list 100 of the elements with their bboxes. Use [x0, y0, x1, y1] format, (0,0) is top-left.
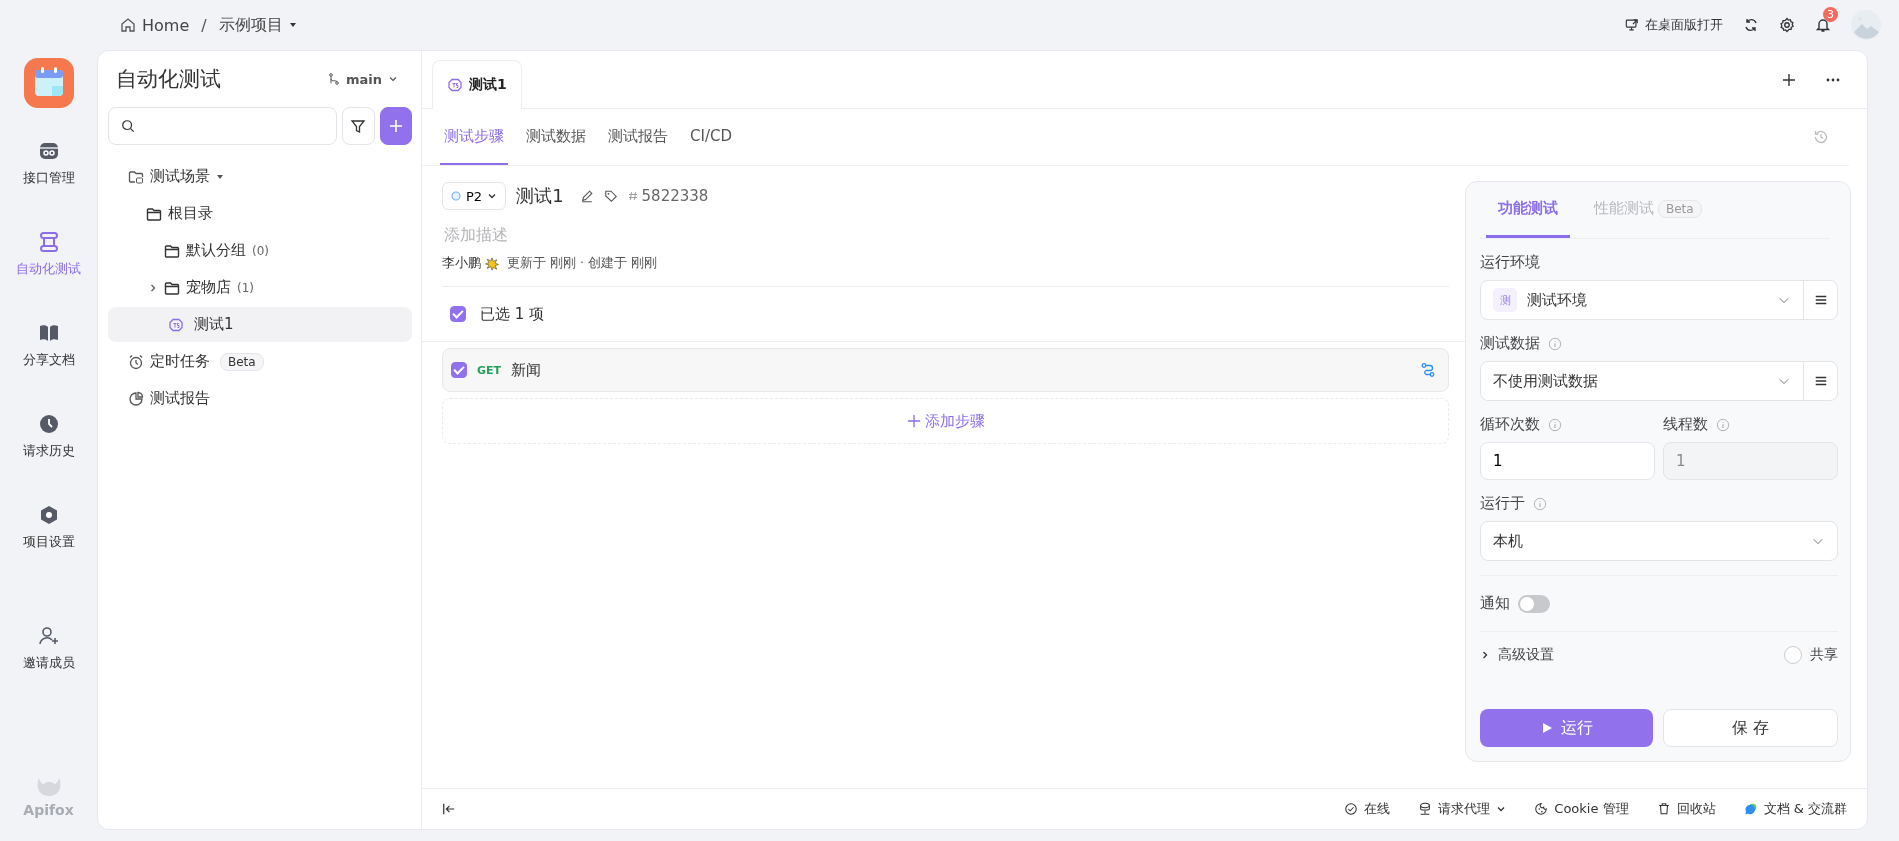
- brand-name: Apifox: [23, 802, 74, 818]
- test-file-icon: [447, 77, 463, 93]
- refresh-icon[interactable]: [1743, 17, 1759, 33]
- caret-icon: [288, 21, 297, 29]
- notification-badge: 3: [1823, 7, 1838, 22]
- notify-toggle[interactable]: [1518, 594, 1550, 613]
- rail-item[interactable]: 自动化测试: [16, 221, 81, 288]
- branch-selector[interactable]: main: [321, 70, 404, 88]
- chevron-icon: [1496, 804, 1507, 814]
- tree-item[interactable]: 测试报告: [108, 381, 412, 416]
- add-user-icon: [37, 625, 60, 647]
- rail-item[interactable]: 请求历史: [22, 403, 75, 470]
- collapse-icon[interactable]: [442, 802, 456, 816]
- chevron-icon[interactable]: [148, 282, 158, 293]
- folder-icon: [146, 205, 162, 222]
- tree-item[interactable]: 测试场景: [108, 159, 412, 194]
- tree-item[interactable]: 根目录: [108, 196, 412, 231]
- search-field[interactable]: [108, 107, 337, 145]
- share-checkbox[interactable]: [1784, 646, 1802, 664]
- filter-icon: [350, 118, 367, 134]
- play-icon: [1540, 722, 1553, 734]
- brand-logo-icon: [35, 776, 62, 798]
- edit-icon[interactable]: [579, 189, 594, 203]
- run-button[interactable]: 运行: [1480, 709, 1653, 747]
- route-icon[interactable]: [1420, 362, 1436, 378]
- step-checkbox[interactable]: [451, 362, 467, 378]
- trash-icon: [1656, 802, 1671, 816]
- tag-icon[interactable]: [603, 189, 618, 203]
- chevron-icon[interactable]: [1480, 650, 1490, 660]
- home-icon: [120, 17, 136, 33]
- field-label: 运行环境: [1480, 253, 1541, 272]
- pie-chart-icon: [128, 390, 144, 407]
- home-link[interactable]: Home: [142, 15, 190, 35]
- step-row[interactable]: GET 新闻: [442, 348, 1449, 392]
- status-item[interactable]: 回收站: [1656, 800, 1716, 818]
- status-item[interactable]: Cookie 管理: [1534, 800, 1629, 818]
- update-info: 更新于 刚刚 · 创建于 刚刚: [507, 255, 657, 272]
- add-step-button[interactable]: 添加步骤: [442, 398, 1449, 444]
- loop-count-field[interactable]: 1: [1480, 442, 1655, 480]
- advanced-settings[interactable]: 高级设置: [1498, 646, 1554, 664]
- monitor-icon: [1625, 18, 1639, 32]
- save-button[interactable]: 保 存: [1663, 709, 1838, 747]
- alarm-clock-icon: [128, 353, 144, 370]
- field-label: 通知: [1480, 594, 1510, 613]
- cookie-icon: [1534, 802, 1549, 816]
- run-mode-tab[interactable]: 功能测试: [1486, 182, 1570, 238]
- new-tab-icon[interactable]: [1781, 71, 1797, 88]
- field-label: 循环次数: [1480, 415, 1540, 434]
- breadcrumb-separator: /: [201, 15, 207, 35]
- rail-item[interactable]: 接口管理: [22, 130, 75, 197]
- sub-tab[interactable]: CI/CD: [686, 109, 736, 165]
- sub-tab[interactable]: 测试数据: [522, 109, 590, 165]
- share-label: 共享: [1810, 646, 1838, 664]
- folder-icon: [164, 242, 180, 259]
- plus-icon: [906, 414, 921, 428]
- select-all-checkbox[interactable]: [450, 306, 466, 322]
- editor-tab[interactable]: 测试1: [432, 60, 522, 109]
- info-icon: [1548, 417, 1562, 432]
- rail-item[interactable]: 项目设置: [22, 494, 75, 561]
- rail-item[interactable]: 分享文档: [22, 312, 75, 379]
- scenario-id: 5822338: [641, 187, 709, 205]
- info-icon: [1716, 417, 1730, 432]
- sub-tab[interactable]: 测试报告: [604, 109, 672, 165]
- filter-button[interactable]: [342, 107, 375, 145]
- bell-icon[interactable]: [1815, 17, 1831, 33]
- run-on-select[interactable]: 本机: [1480, 521, 1838, 561]
- hash-icon: [627, 191, 638, 201]
- invite-members-button[interactable]: 邀请成员: [22, 615, 75, 682]
- tree-item[interactable]: 默认分组 (0): [108, 233, 412, 268]
- settings-icon[interactable]: [1779, 17, 1795, 33]
- add-button[interactable]: [379, 107, 412, 145]
- stack-icon: [37, 231, 60, 253]
- project-switcher[interactable]: 示例项目: [218, 14, 283, 36]
- plus-icon: [387, 118, 404, 134]
- priority-selector[interactable]: P2: [442, 182, 507, 210]
- section-title: 自动化测试: [116, 66, 221, 93]
- sub-tab[interactable]: 测试步骤: [440, 109, 508, 165]
- info-icon: [1548, 336, 1562, 351]
- tree-item[interactable]: 测试1: [108, 307, 412, 342]
- chat-icon: [1743, 802, 1758, 816]
- scenario-name: 测试1: [516, 184, 564, 208]
- step-name: 新闻: [511, 360, 542, 380]
- http-method: GET: [477, 363, 502, 377]
- tree-item[interactable]: 定时任务 Beta: [108, 344, 412, 379]
- tree-item[interactable]: 宠物店 (1): [108, 270, 412, 305]
- test-file-icon: [168, 316, 184, 333]
- author-name: 李小鹏: [442, 255, 481, 272]
- field-label: 线程数: [1663, 415, 1708, 434]
- branch-icon: [327, 73, 340, 85]
- search-icon: [121, 119, 135, 133]
- selection-count: 已选 1 项: [480, 304, 545, 324]
- status-item[interactable]: 请求代理: [1418, 800, 1507, 818]
- folder-icon: [128, 168, 144, 185]
- clock-icon: [37, 413, 60, 435]
- priority-dot-icon: [451, 191, 461, 201]
- open-desktop-button[interactable]: 在桌面版打开: [1625, 16, 1723, 34]
- status-item[interactable]: 文档 & 交流群: [1743, 800, 1847, 818]
- status-item[interactable]: 在线: [1344, 800, 1391, 818]
- caret-icon[interactable]: [216, 172, 224, 181]
- robot-icon: [37, 140, 60, 162]
